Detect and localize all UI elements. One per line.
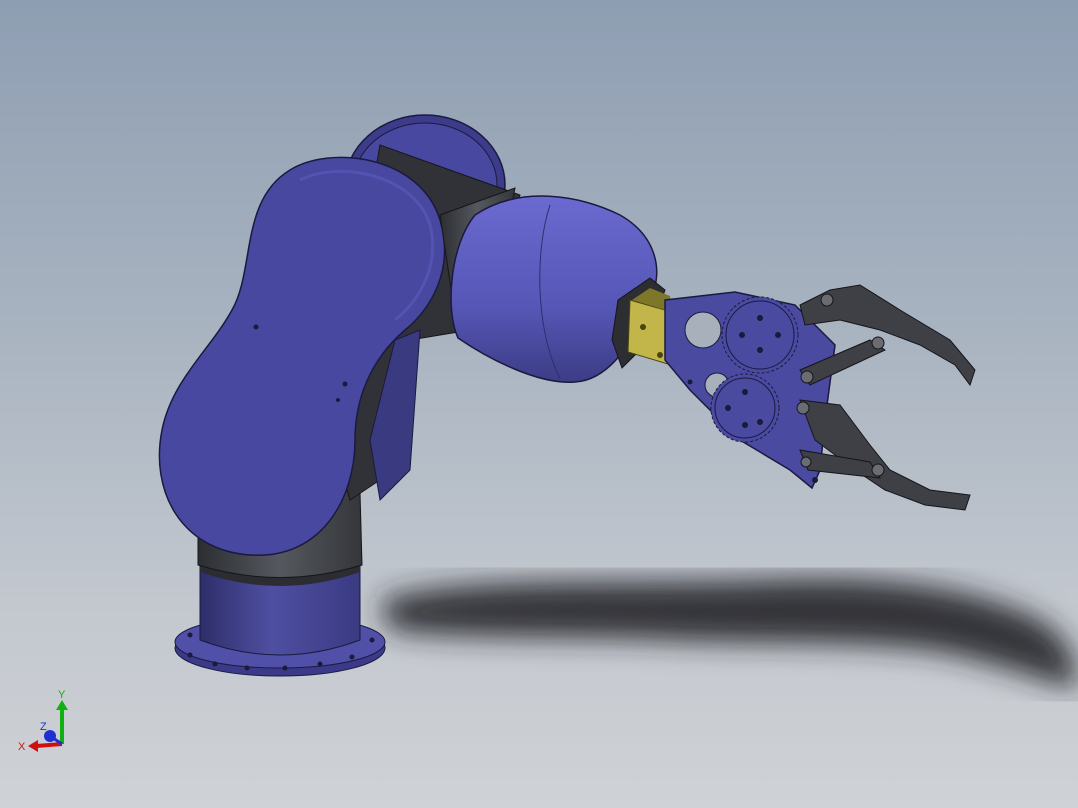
- triad-y-label: Y: [58, 689, 66, 701]
- robot-arm-model[interactable]: [0, 0, 1078, 808]
- upper-gripper-jaw[interactable]: [800, 285, 975, 385]
- lower-gear[interactable]: [711, 374, 779, 442]
- upper-gear[interactable]: [722, 297, 798, 373]
- triad-y-axis: [56, 700, 68, 744]
- triad-z-label: Z: [40, 721, 47, 733]
- ground-shadow: [380, 579, 1078, 690]
- 3d-viewport[interactable]: Y X Z: [0, 0, 1078, 808]
- triad-x-label: X: [18, 741, 26, 753]
- orientation-triad[interactable]: Y X Z: [14, 686, 84, 756]
- lower-gripper-jaw[interactable]: [797, 400, 970, 510]
